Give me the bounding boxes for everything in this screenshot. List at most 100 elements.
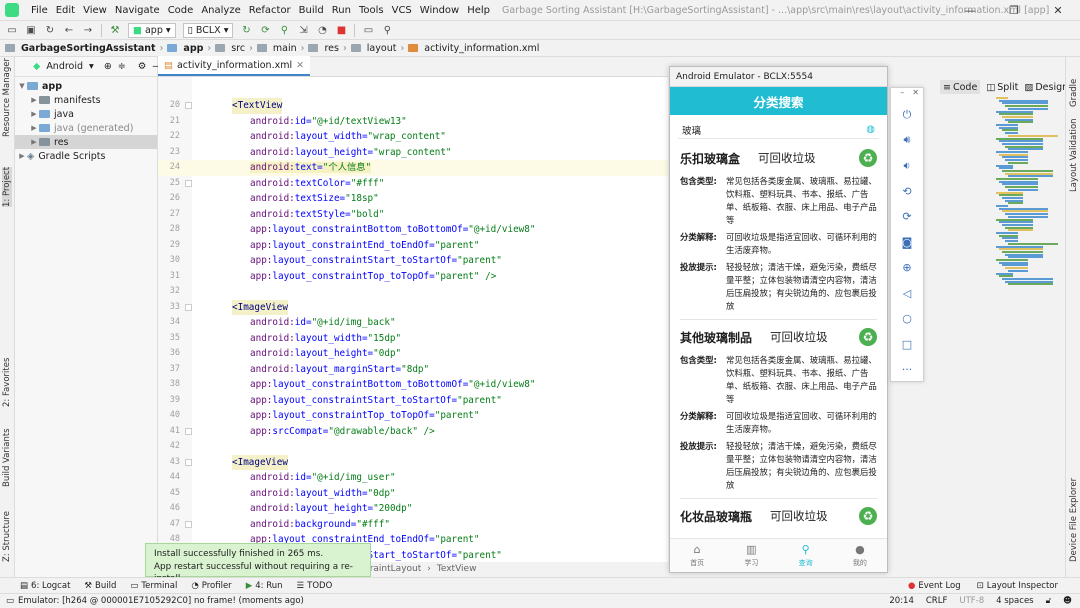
tool-resource-manager[interactable]: Resource Manager: [2, 58, 12, 137]
nav-home[interactable]: ⌂ 首页: [670, 539, 724, 572]
tool-terminal[interactable]: ▭ Terminal: [130, 581, 177, 591]
code-line[interactable]: 31 app:layout_constraintTop_toTopOf="pare…: [158, 269, 668, 285]
menu-help[interactable]: Help: [463, 5, 494, 16]
rotate-left-icon[interactable]: ⟲: [891, 179, 923, 205]
caret-position[interactable]: 20:14: [889, 596, 914, 606]
tool-project[interactable]: 1: Project: [2, 166, 12, 207]
apply-changes-icon[interactable]: ⟳: [259, 25, 271, 36]
code-line[interactable]: 43 <ImageView: [158, 454, 668, 470]
tool-structure[interactable]: Z: Structure: [2, 511, 12, 562]
close-icon[interactable]: ✕: [912, 88, 919, 102]
rerun-icon[interactable]: ↻: [240, 25, 252, 36]
minimap[interactable]: [990, 97, 1065, 292]
code-line[interactable]: 38 app:layout_constraintBottom_toBottomOf…: [158, 377, 668, 393]
minimize-button[interactable]: —: [948, 0, 992, 21]
tree-item-java-generated[interactable]: ▶ java (generated): [15, 121, 157, 135]
nav-study[interactable]: ▥ 学习: [724, 539, 778, 572]
search-input[interactable]: 玻璃 ◍: [678, 121, 879, 139]
file-encoding[interactable]: UTF-8: [959, 596, 984, 606]
breadcrumb-item[interactable]: layout: [367, 43, 397, 54]
code-line[interactable]: 44 android:id="@+id/img_user": [158, 470, 668, 486]
open-icon[interactable]: ▭: [6, 25, 18, 36]
fold-marker[interactable]: [185, 458, 192, 466]
save-icon[interactable]: ▣: [25, 25, 37, 36]
design-view-toggle[interactable]: ▨ Design: [1024, 80, 1068, 94]
tree-item-manifests[interactable]: ▶ manifests: [15, 93, 157, 107]
hammer-icon[interactable]: ⚒: [109, 25, 121, 36]
result-card[interactable]: 化妆品玻璃瓶 可回收垃圾 ♻: [670, 503, 887, 529]
code-line[interactable]: 25 android:textColor="#fff": [158, 176, 668, 192]
menu-window[interactable]: Window: [416, 5, 463, 16]
tool-build[interactable]: ⚒ Build: [84, 581, 116, 591]
settings-gear-icon[interactable]: ⚙: [138, 61, 147, 72]
code-line[interactable]: 20 <TextView: [158, 98, 668, 114]
nav-mine[interactable]: ● 我的: [833, 539, 887, 572]
avd-manager-icon[interactable]: ▭: [362, 25, 374, 36]
search-everywhere-icon[interactable]: ⚲: [381, 25, 393, 36]
menu-code[interactable]: Code: [164, 5, 198, 16]
breadcrumb-item[interactable]: res: [324, 43, 339, 54]
code-line[interactable]: 33 <ImageView: [158, 299, 668, 315]
tree-item-gradle-scripts[interactable]: ▶ ◈ Gradle Scripts: [15, 149, 157, 163]
status-message[interactable]: Emulator: [h264 @ 000001E7105292C0] no f…: [18, 596, 304, 606]
rotate-right-icon[interactable]: ⟳: [891, 204, 923, 230]
menu-view[interactable]: View: [79, 5, 111, 16]
search-icon[interactable]: ◍: [866, 124, 875, 135]
back-icon[interactable]: ←: [63, 25, 75, 36]
code-line[interactable]: 21 android:id="@+id/textView13": [158, 114, 668, 130]
line-separator[interactable]: CRLF: [926, 596, 947, 606]
tool-favorites[interactable]: 2: Favorites: [2, 358, 12, 407]
tool-profiler[interactable]: ◔ Profiler: [191, 581, 231, 591]
tool-event-log[interactable]: ● Event Log: [908, 581, 961, 591]
debug-icon[interactable]: ⚲: [278, 25, 290, 36]
breadcrumb-item[interactable]: main: [273, 43, 297, 54]
collapse-icon[interactable]: ≑: [118, 61, 126, 72]
menu-analyze[interactable]: Analyze: [197, 5, 244, 16]
tool-run[interactable]: ▶ 4: Run: [246, 581, 283, 591]
menu-navigate[interactable]: Navigate: [111, 5, 164, 16]
tab-activity-information[interactable]: ▤ activity_information.xml ✕: [158, 56, 311, 76]
breadcrumb-item[interactable]: app: [183, 43, 203, 54]
fold-marker[interactable]: [185, 520, 192, 528]
code-view-toggle[interactable]: ≡ Code: [940, 80, 981, 94]
camera-icon[interactable]: ◙: [891, 230, 923, 256]
zoom-icon[interactable]: ⊕: [891, 255, 923, 281]
forward-icon[interactable]: →: [82, 25, 94, 36]
fold-marker[interactable]: [185, 427, 192, 435]
home-circle-icon[interactable]: ○: [891, 306, 923, 332]
menu-edit[interactable]: Edit: [52, 5, 79, 16]
fold-marker[interactable]: [185, 303, 192, 311]
tool-todo[interactable]: ☰ TODO: [297, 581, 333, 591]
menu-vcs[interactable]: VCS: [388, 5, 416, 16]
sync-icon[interactable]: ↻: [44, 25, 56, 36]
install-toast[interactable]: Install successfully finished in 265 ms.…: [145, 543, 371, 584]
run-config-select[interactable]: ■ app ▾: [128, 22, 176, 38]
tree-item-java[interactable]: ▶ java: [15, 107, 157, 121]
code-line[interactable]: 36 android:layout_height="0dp": [158, 346, 668, 362]
close-tab-icon[interactable]: ✕: [296, 60, 304, 71]
code-line[interactable]: 26 android:textSize="18sp": [158, 191, 668, 207]
more-icon[interactable]: ···: [891, 357, 923, 383]
tree-item-res[interactable]: ▶ res: [15, 135, 157, 149]
back-triangle-icon[interactable]: ◁: [891, 281, 923, 307]
tool-build-variants[interactable]: Build Variants: [2, 428, 12, 487]
code-line[interactable]: 39 app:layout_constraintStart_toStartOf="…: [158, 393, 668, 409]
minimize-icon[interactable]: –: [900, 88, 904, 102]
menu-refactor[interactable]: Refactor: [245, 5, 295, 16]
menu-file[interactable]: File: [27, 5, 52, 16]
code-line[interactable]: 42: [158, 439, 668, 455]
code-line[interactable]: 22 android:layout_width="wrap_content": [158, 129, 668, 145]
breadcrumb-item[interactable]: activity_information.xml: [424, 43, 539, 54]
volume-down-icon[interactable]: 🔉︎: [891, 153, 923, 179]
device-select[interactable]: ▯ BCLX ▾: [182, 22, 234, 38]
overview-square-icon[interactable]: □: [891, 332, 923, 358]
code-line[interactable]: 28 app:layout_constraintBottom_toBottomOf…: [158, 222, 668, 238]
close-window-button[interactable]: ✕: [1036, 0, 1080, 21]
locate-icon[interactable]: ⊕: [104, 61, 112, 72]
status-toggle-icon[interactable]: ▭: [6, 596, 14, 606]
menu-build[interactable]: Build: [295, 5, 328, 16]
tree-item-app[interactable]: ▼ app: [15, 79, 157, 93]
volume-up-icon[interactable]: 🔊︎: [891, 128, 923, 154]
indent-setting[interactable]: 4 spaces: [996, 596, 1033, 606]
tool-layout-validation[interactable]: Layout Validation: [1069, 118, 1079, 192]
